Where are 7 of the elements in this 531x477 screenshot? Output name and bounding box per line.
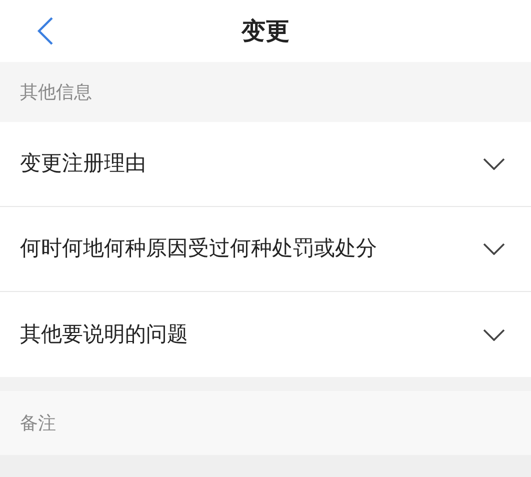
- back-icon[interactable]: [36, 16, 54, 46]
- section-title: 备注: [20, 412, 56, 436]
- page-title: 变更: [242, 17, 290, 45]
- row-label: 其他要说明的问题: [20, 320, 188, 348]
- row-label: 何时何地何种原因受过何种处罚或处分: [20, 235, 377, 262]
- section-title: 其他信息: [20, 80, 92, 104]
- row-label: 变更注册理由: [20, 150, 146, 178]
